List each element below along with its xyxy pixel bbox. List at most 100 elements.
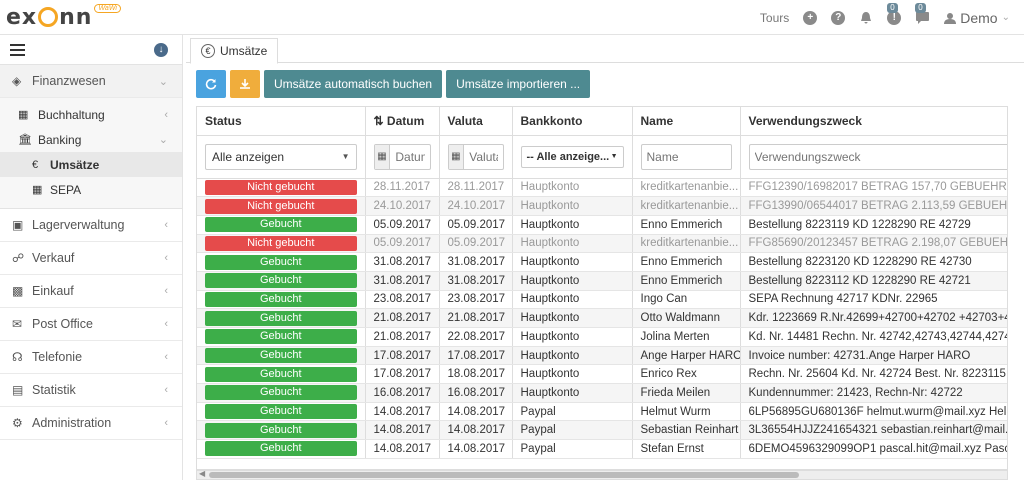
- cell-bankkonto: Hauptkonto: [512, 234, 633, 254]
- sidebar-item-label: SEPA: [50, 182, 82, 197]
- menu-icon[interactable]: [10, 41, 25, 59]
- cell-verwendungszweck: Bestellung 8223119 KD 1228290 RE 42729: [740, 215, 1007, 235]
- truck-icon: ▩: [12, 284, 24, 298]
- cell-name: Ange Harper HARO: [632, 346, 741, 366]
- sidebar-item-label: Einkauf: [32, 284, 74, 298]
- tab-umsaetze[interactable]: € Umsätze: [190, 38, 279, 64]
- tours-link[interactable]: Tours: [760, 11, 789, 25]
- cell-name: Enno Emmerich: [632, 271, 741, 291]
- status-badge: Gebucht: [205, 366, 357, 382]
- logo-text-post: nn: [59, 4, 93, 30]
- table-row[interactable]: Gebucht 31.08.2017 31.08.2017 Hauptkonto Enn…: [197, 252, 1007, 272]
- download-button[interactable]: [230, 70, 260, 98]
- bankkonto-filter-value: -- Alle anzeige...: [526, 150, 610, 163]
- table-row[interactable]: Gebucht 14.08.2017 14.08.2017 Paypal Helmut …: [197, 402, 1007, 422]
- valuta-filter[interactable]: ▦: [447, 143, 504, 170]
- table-row[interactable]: Gebucht 05.09.2017 05.09.2017 Hauptkonto Enn…: [197, 215, 1007, 235]
- valuta-filter-input[interactable]: [464, 149, 503, 164]
- table-row[interactable]: Nicht gebucht 05.09.2017 05.09.2017 Hauptko…: [197, 234, 1007, 254]
- sidebar-item-buchhaltung[interactable]: ▦ Buchhaltung ‹: [0, 102, 182, 127]
- auto-book-button[interactable]: Umsätze automatisch buchen: [264, 70, 443, 98]
- cell-name: Enno Emmerich: [632, 252, 741, 272]
- sidebar-item-lagerverwaltung[interactable]: ▣ Lagerverwaltung ‹: [0, 209, 182, 242]
- logo-text-pre: ex: [6, 4, 38, 30]
- scroll-left-icon[interactable]: ◀: [199, 469, 205, 478]
- refresh-button[interactable]: [196, 70, 226, 98]
- cell-verwendungszweck: Kundennummer: 21423, Rechn-Nr: 42722: [740, 383, 1007, 403]
- datum-filter[interactable]: ▦: [373, 143, 431, 170]
- table-row[interactable]: Gebucht 21.08.2017 21.08.2017 Hauptkonto Ott…: [197, 308, 1007, 328]
- tab-bar: € Umsätze: [186, 35, 1024, 64]
- status-filter-select[interactable]: Alle anzeigen ▼: [205, 143, 357, 170]
- money-icon: ◈: [12, 74, 22, 88]
- table-row[interactable]: Nicht gebucht 28.11.2017 28.11.2017 Hauptko…: [197, 178, 1007, 198]
- status-badge: Gebucht: [205, 254, 357, 270]
- table-row[interactable]: Gebucht 16.08.2017 16.08.2017 Hauptkonto Fri…: [197, 383, 1007, 403]
- alert-icon[interactable]: 0 !: [887, 2, 902, 25]
- sidebar-item-post-office[interactable]: ✉ Post Office ‹: [0, 308, 182, 341]
- sidebar-item-statistik[interactable]: ▤ Statistik ‹: [0, 374, 182, 407]
- sidebar-item-banking[interactable]: 🏛 Banking ⌄: [0, 127, 182, 152]
- sidebar-item-sepa[interactable]: ▦ SEPA: [0, 177, 182, 202]
- cell-verwendungszweck: FFG85690/20123457 BETRAG 2.198,07 GEBUEH…: [740, 234, 1007, 254]
- col-header-valuta[interactable]: Valuta: [439, 107, 513, 136]
- sidebar-item-label: Post Office: [32, 317, 93, 331]
- cell-status: Gebucht: [197, 439, 366, 459]
- chevron-left-icon: ‹: [164, 351, 168, 363]
- col-header-datum[interactable]: ⇅ Datum: [365, 107, 440, 136]
- cell-bankkonto: Paypal: [512, 402, 633, 422]
- col-header-status[interactable]: Status: [197, 107, 366, 136]
- col-header-bankkonto[interactable]: Bankkonto: [512, 107, 633, 136]
- import-button[interactable]: Umsätze importieren ...: [446, 70, 591, 98]
- sidebar-item-administration[interactable]: ⚙ Administration ‹: [0, 407, 182, 440]
- cell-verwendungszweck: Kdr. 1223669 R.Nr.42699+42700+42702 +427…: [740, 308, 1007, 328]
- main-content: € Umsätze Umsätze automatisch buchen Ums…: [186, 35, 1024, 480]
- chevron-left-icon: ‹: [164, 108, 168, 121]
- cell-name: kreditkartenanbie...: [632, 196, 741, 216]
- scrollbar-thumb[interactable]: [209, 472, 799, 478]
- sidebar-item-einkauf[interactable]: ▩ Einkauf ‹: [0, 275, 182, 308]
- cell-bankkonto: Hauptkonto: [512, 290, 633, 310]
- sidebar-item-label: Administration: [32, 416, 112, 430]
- calendar-icon: ▦: [448, 144, 465, 169]
- name-filter-input[interactable]: [640, 143, 732, 170]
- bell-icon[interactable]: [859, 11, 873, 25]
- arrow-down-circle-icon[interactable]: ↓: [154, 42, 168, 57]
- sidebar-item-label: Banking: [38, 132, 82, 147]
- cell-verwendungszweck: 6DEMO4596329099OP1 pascal.hit@mail.xyz P…: [740, 439, 1007, 459]
- sidebar-item-label: Telefonie: [32, 350, 83, 364]
- chevron-left-icon: ‹: [164, 252, 168, 264]
- chat-icon[interactable]: 0: [915, 2, 930, 25]
- bankkonto-filter-select[interactable]: -- Alle anzeige... ▼: [520, 145, 624, 168]
- col-header-verwendungszweck[interactable]: Verwendungszweck: [740, 107, 1007, 136]
- table-row[interactable]: Gebucht 14.08.2017 14.08.2017 Paypal Sebasti…: [197, 420, 1007, 441]
- datum-filter-input[interactable]: [390, 149, 430, 164]
- cell-datum: 28.11.2017: [365, 178, 440, 198]
- table-row[interactable]: Nicht gebucht 24.10.2017 24.10.2017 Hauptko…: [197, 196, 1007, 216]
- cell-verwendungszweck: Kd. Nr. 14481 Rechn. Nr. 42742,42743,427…: [740, 327, 1007, 347]
- cell-verwendungszweck: Invoice number: 42731.Ange Harper HARO: [740, 346, 1007, 366]
- table-row[interactable]: Gebucht 21.08.2017 22.08.2017 Hauptkonto Jol…: [197, 327, 1007, 347]
- exonn-logo[interactable]: ex nn WaWi: [6, 3, 121, 30]
- table-row[interactable]: Gebucht 31.08.2017 31.08.2017 Hauptkonto Enn…: [197, 271, 1007, 291]
- cell-status: Gebucht: [197, 290, 366, 310]
- horizontal-scrollbar[interactable]: ◀: [196, 469, 1008, 480]
- table-row[interactable]: Gebucht 17.08.2017 17.08.2017 Hauptkonto Ang…: [197, 346, 1007, 366]
- cell-name: Stefan Ernst: [632, 439, 741, 459]
- user-menu[interactable]: Demo ⌄: [944, 10, 1010, 26]
- bank-icon: 🏛: [18, 134, 32, 146]
- cell-status: Gebucht: [197, 327, 366, 347]
- table-row[interactable]: Gebucht 14.08.2017 14.08.2017 Paypal Stefan …: [197, 439, 1007, 459]
- col-header-name[interactable]: Name: [632, 107, 741, 136]
- plus-circle-icon[interactable]: +: [803, 10, 818, 25]
- table-row[interactable]: Gebucht 17.08.2017 18.08.2017 Hauptkonto Enr…: [197, 364, 1007, 385]
- verwendungszweck-filter-input[interactable]: [748, 143, 1007, 170]
- help-circle-icon[interactable]: ?: [831, 10, 846, 25]
- sidebar-item-finanzwesen[interactable]: ◈ Finanzwesen ⌄: [0, 65, 182, 98]
- sidebar-item-telefonie[interactable]: ☊ Telefonie ‹: [0, 341, 182, 374]
- table-row[interactable]: Gebucht 23.08.2017 23.08.2017 Hauptkonto Ing…: [197, 290, 1007, 310]
- status-badge: Gebucht: [205, 441, 357, 457]
- sidebar-item-umsaetze[interactable]: € Umsätze: [0, 152, 182, 177]
- sidebar-item-verkauf[interactable]: ☍ Verkauf ‹: [0, 242, 182, 275]
- cell-valuta: 31.08.2017: [439, 271, 513, 291]
